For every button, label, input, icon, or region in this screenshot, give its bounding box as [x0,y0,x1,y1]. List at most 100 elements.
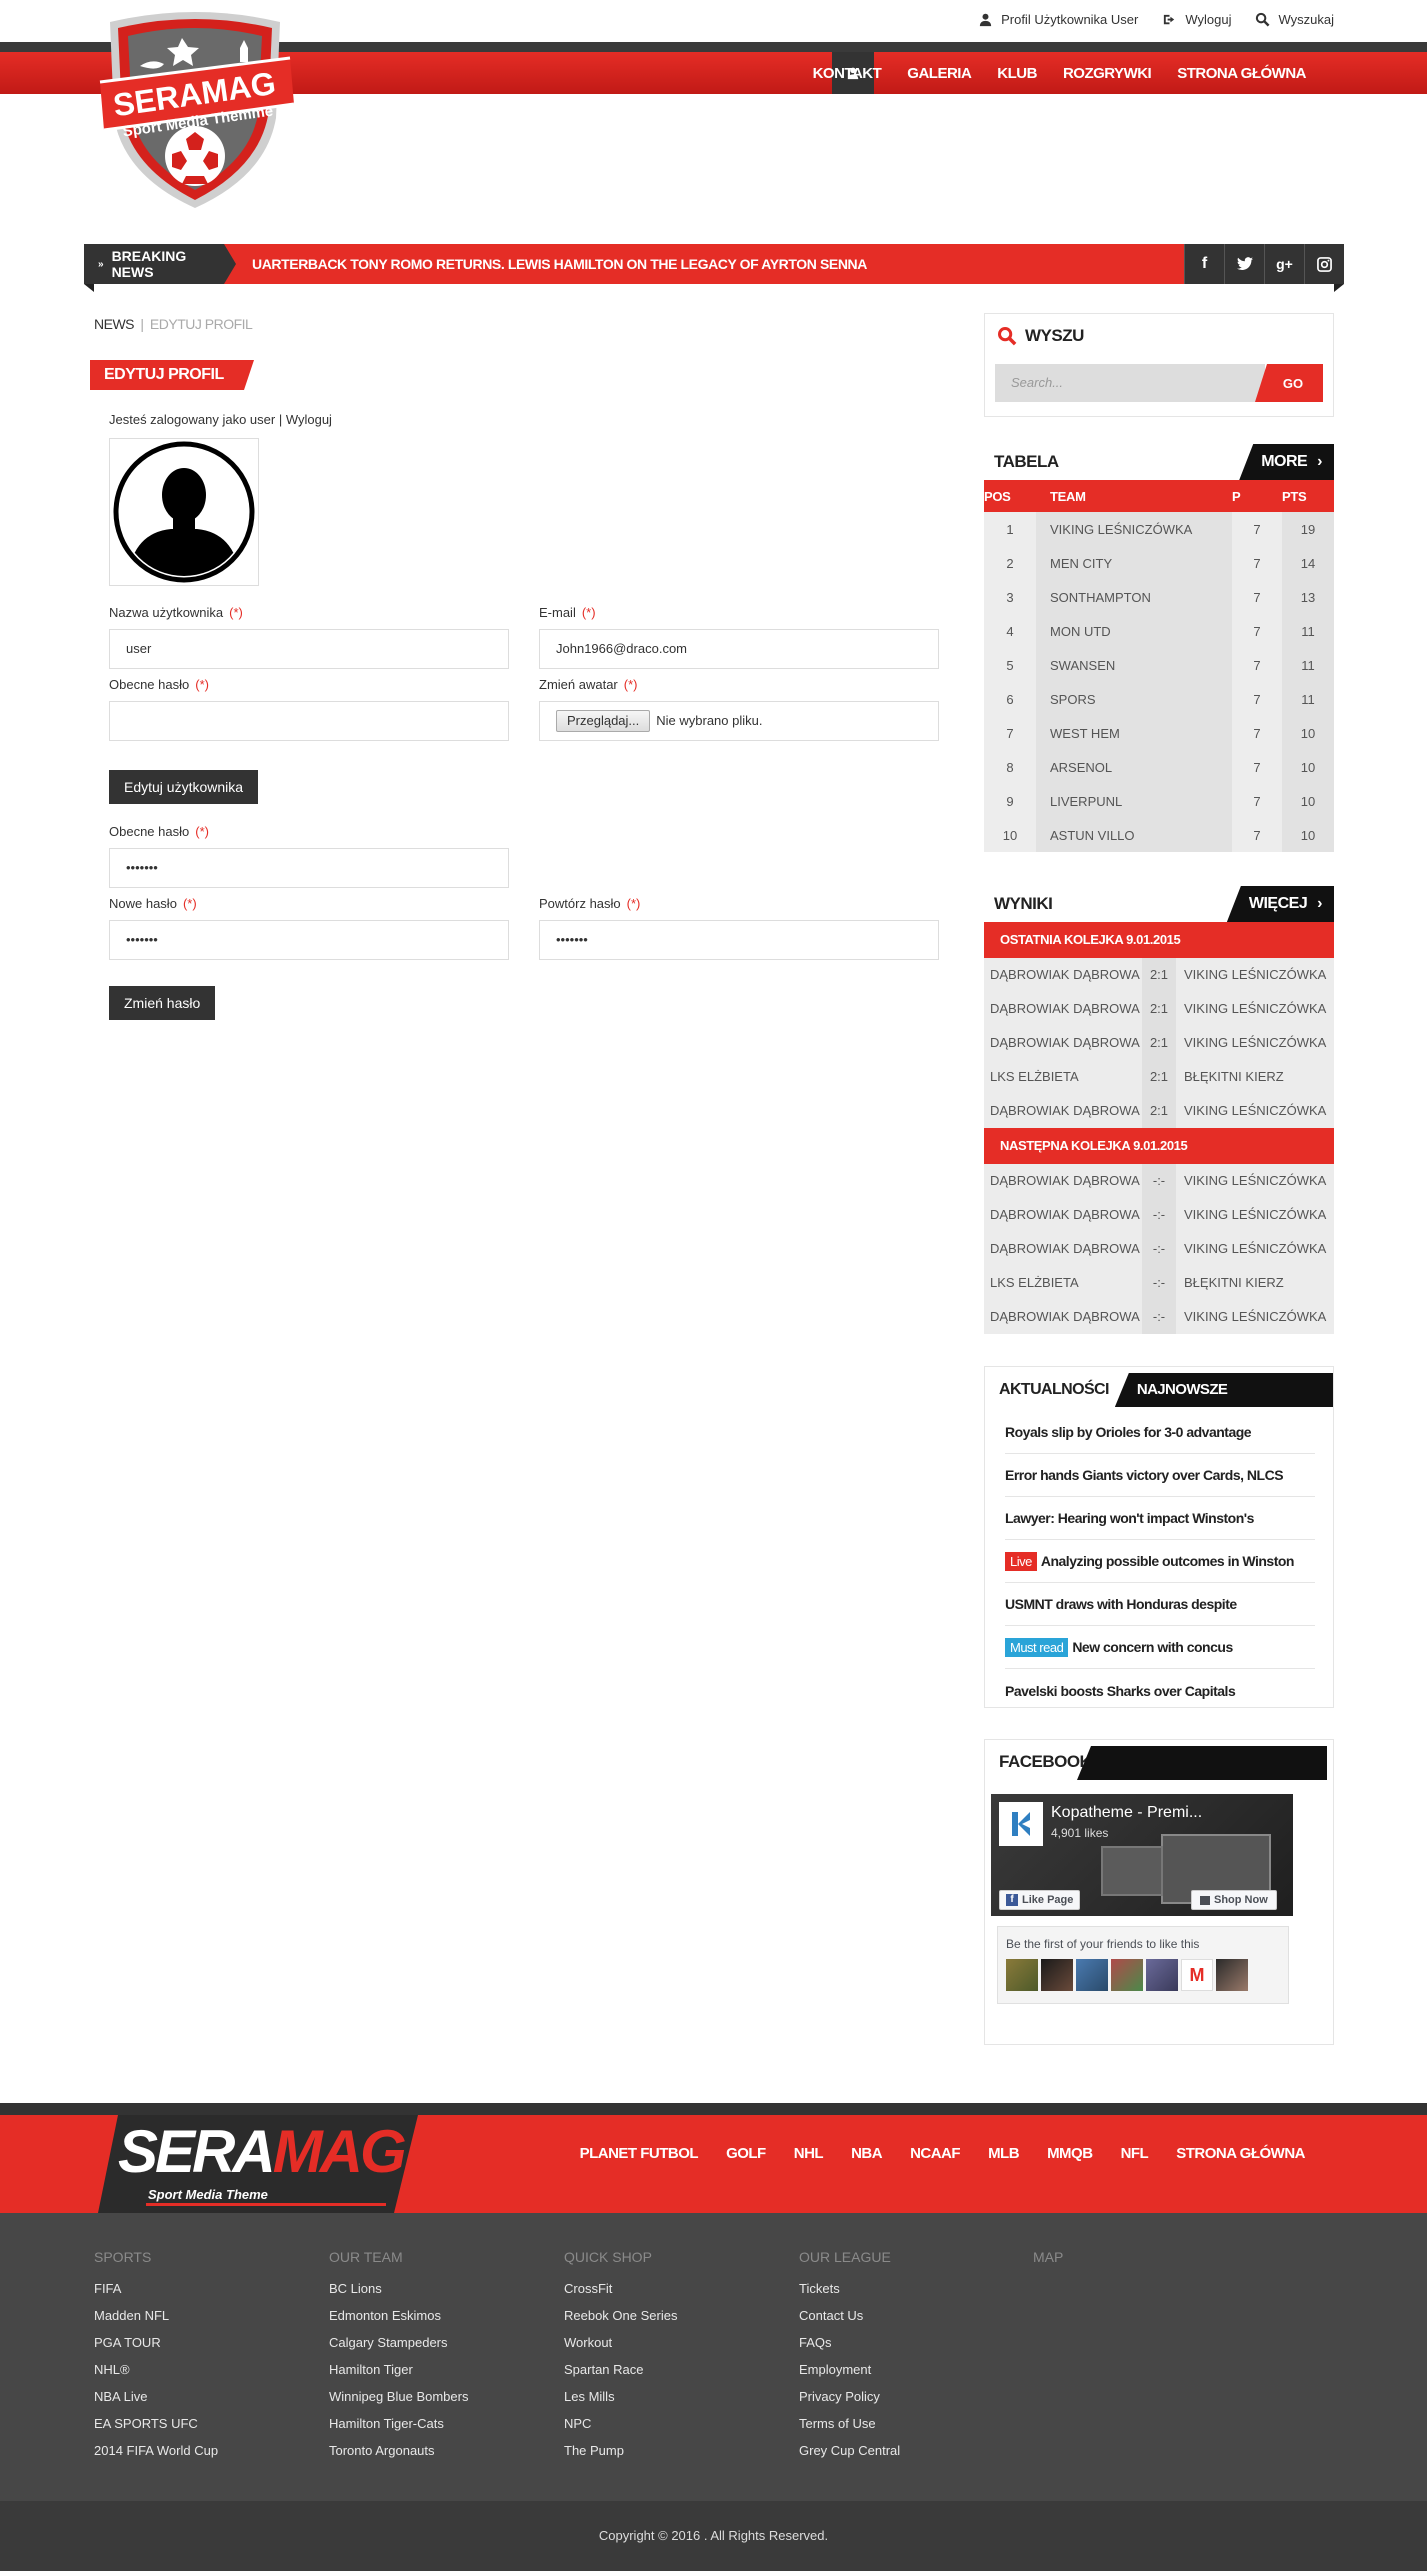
footer-link[interactable]: Hamilton Tiger-Cats [329,2416,468,2443]
standings-cell-team[interactable]: SPORS [1036,682,1232,716]
footer-nav-item[interactable]: MLB [974,2145,1033,2162]
news-item[interactable]: USMNT draws with Honduras despite [1005,1583,1315,1626]
repeat-password-field[interactable]: ••••••• [539,920,939,960]
friend-avatar[interactable] [1111,1959,1143,1991]
footer-nav-item[interactable]: NHL [780,2145,837,2162]
breadcrumb-home[interactable]: NEWS [94,316,135,332]
footer-nav-item[interactable]: NCAAF [896,2145,974,2162]
footer-nav-item[interactable]: STRONA GŁÓWNA [1162,2145,1319,2162]
nav-item-kontakt[interactable]: KONTAKT [800,65,895,82]
footer-link[interactable]: NPC [564,2416,677,2443]
match-row[interactable]: LKS ELŻBIETA -:- BŁĘKITNI KIERZ [984,1266,1334,1300]
like-page-button[interactable]: f Like Page [999,1890,1081,1910]
footer-nav-item[interactable]: PLANET FUTBOL [566,2145,713,2162]
site-logo[interactable]: SERAMAG Sport Media Themme [90,8,300,213]
footer-link[interactable]: The Pump [564,2443,677,2470]
news-item[interactable]: Pavelski boosts Sharks over Capitals [1005,1669,1315,1712]
footer-link[interactable]: NBA Live [94,2389,218,2416]
standings-cell-team[interactable]: LIVERPUNL [1036,784,1232,818]
friend-avatar[interactable] [1006,1959,1038,1991]
logout-link[interactable]: Wyloguj [1162,12,1231,27]
footer-link[interactable]: Tickets [799,2281,900,2308]
google-plus-icon[interactable]: g+ [1264,244,1304,284]
footer-nav-item[interactable]: NBA [837,2145,896,2162]
match-row[interactable]: DĄBROWIAK DĄBROWA -:- VIKING LEŚNICZÓWKA [984,1164,1334,1198]
standings-more-button[interactable]: MORE › [1239,444,1334,480]
footer-link[interactable]: Hamilton Tiger [329,2362,468,2389]
footer-link[interactable]: Spartan Race [564,2362,677,2389]
friend-avatar[interactable] [1216,1959,1248,1991]
footer-link[interactable]: Les Mills [564,2389,677,2416]
footer-link[interactable]: Workout [564,2335,677,2362]
standings-cell-team[interactable]: SWANSEN [1036,648,1232,682]
search-input[interactable]: Search... [995,364,1265,402]
match-row[interactable]: LKS ELŻBIETA 2:1 BŁĘKITNI KIERZ [984,1060,1334,1094]
footer-link[interactable]: EA SPORTS UFC [94,2416,218,2443]
breaking-news-ticker[interactable]: UARTERBACK TONY ROMO RETURNS. LEWIS HAMI… [252,244,867,284]
new-password-field[interactable]: ••••••• [109,920,509,960]
footer-nav-item[interactable]: NFL [1107,2145,1163,2162]
footer-link[interactable]: Edmonton Eskimos [329,2308,468,2335]
footer-nav-item[interactable]: MMQB [1033,2145,1107,2162]
footer-link[interactable]: BC Lions [329,2281,468,2308]
browse-button[interactable]: Przeglądaj... [556,710,651,732]
footer-link[interactable]: Employment [799,2362,900,2389]
footer-link[interactable]: Contact Us [799,2308,900,2335]
footer-link[interactable]: FAQs [799,2335,900,2362]
standings-cell-team[interactable]: ARSENOL [1036,750,1232,784]
facebook-page-name[interactable]: Kopatheme - Premi... [1051,1804,1202,1822]
nav-item-galeria[interactable]: GALERIA [894,65,984,82]
profile-link[interactable]: Profil Użytkownika User [978,12,1138,27]
footer-link[interactable]: Winnipeg Blue Bombers [329,2389,468,2416]
standings-cell-team[interactable]: MON UTD [1036,614,1232,648]
match-row[interactable]: DĄBROWIAK DĄBROWA 2:1 VIKING LEŚNICZÓWKA [984,1094,1334,1128]
footer-link[interactable]: Madden NFL [94,2308,218,2335]
results-more-button[interactable]: WIĘCEJ › [1226,886,1334,922]
current-password-field[interactable] [109,701,509,741]
footer-link[interactable]: CrossFit [564,2281,677,2308]
friend-avatar[interactable] [1146,1959,1178,1991]
friend-avatar[interactable]: M [1181,1959,1213,1991]
nav-item-rozgrywki[interactable]: ROZGRYWKI [1050,65,1164,82]
facebook-icon[interactable]: f [1184,244,1224,284]
standings-cell-team[interactable]: ASTUN VILLO [1036,818,1232,852]
logged-in-logout-link[interactable]: Wyloguj [286,412,332,427]
friend-avatar[interactable] [1076,1959,1108,1991]
footer-link[interactable]: PGA TOUR [94,2335,218,2362]
news-item[interactable]: Error hands Giants victory over Cards, N… [1005,1454,1315,1497]
news-item[interactable]: Live Analyzing possible outcomes in Winst… [1005,1540,1315,1583]
match-row[interactable]: DĄBROWIAK DĄBROWA 2:1 VIKING LEŚNICZÓWKA [984,1026,1334,1060]
instagram-icon[interactable] [1304,244,1344,284]
search-go-button[interactable]: GO [1255,364,1323,402]
search-link[interactable]: Wyszukaj [1255,12,1334,27]
footer-link[interactable]: Toronto Argonauts [329,2443,468,2470]
news-item[interactable]: Must read New concern with concus [1005,1626,1315,1669]
news-item[interactable]: Royals slip by Orioles for 3-0 advantage [1005,1411,1315,1454]
standings-cell-team[interactable]: MEN CITY [1036,546,1232,580]
footer-logo[interactable]: SERAMAG Sport Media Theme [98,2115,418,2213]
nav-item-klub[interactable]: KLUB [984,65,1050,82]
match-row[interactable]: DĄBROWIAK DĄBROWA 2:1 VIKING LEŚNICZÓWKA [984,992,1334,1026]
tab-latest-comments[interactable]: NAJNOWSZE KOMENTARZE [1114,1373,1333,1407]
match-row[interactable]: DĄBROWIAK DĄBROWA -:- VIKING LEŚNICZÓWKA [984,1300,1334,1334]
footer-link[interactable]: NHL® [94,2362,218,2389]
footer-link[interactable]: 2014 FIFA World Cup [94,2443,218,2470]
avatar-file-input[interactable]: Przeglądaj... Nie wybrano pliku. [539,701,939,741]
standings-cell-team[interactable]: VIKING LEŚNICZÓWKA [1036,512,1232,546]
footer-link[interactable]: Grey Cup Central [799,2443,900,2470]
match-row[interactable]: DĄBROWIAK DĄBROWA -:- VIKING LEŚNICZÓWKA [984,1232,1334,1266]
friend-avatar[interactable] [1041,1959,1073,1991]
footer-link[interactable]: Terms of Use [799,2416,900,2443]
news-item[interactable]: Lawyer: Hearing won't impact Winston's [1005,1497,1315,1540]
standings-cell-team[interactable]: WEST HEM [1036,716,1232,750]
footer-link[interactable]: Calgary Stampeders [329,2335,468,2362]
footer-link[interactable]: Privacy Policy [799,2389,900,2416]
email-field[interactable]: John1966@draco.com [539,629,939,669]
shop-now-button[interactable]: Shop Now [1191,1890,1277,1910]
footer-link[interactable]: FIFA [94,2281,218,2308]
facebook-page-card[interactable]: Kopatheme - Premi... 4,901 likes f Like … [991,1794,1293,1916]
username-field[interactable]: user [109,629,509,669]
twitter-icon[interactable] [1224,244,1264,284]
match-row[interactable]: DĄBROWIAK DĄBROWA 2:1 VIKING LEŚNICZÓWKA [984,958,1334,992]
current-password-field-2[interactable]: ••••••• [109,848,509,888]
